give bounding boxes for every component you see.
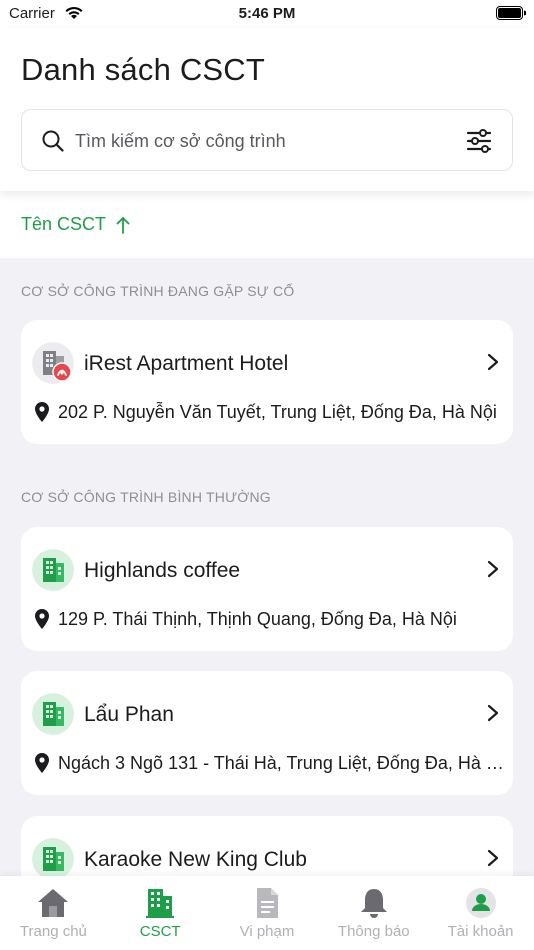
battery-icon	[496, 6, 526, 20]
location-pin-icon	[35, 402, 49, 422]
chevron-right-icon	[487, 849, 499, 867]
facility-address: Ngách 3 Ngõ 131 - Thái Hà, Trung Liệt, Đ…	[58, 753, 504, 773]
bell-icon	[360, 889, 387, 918]
clock: 5:46 PM	[238, 5, 296, 22]
document-icon	[256, 888, 278, 918]
facility-card[interactable]: Lẩu Phan Ngách 3 Ngõ 131 - Thái Hà, Trun…	[21, 671, 513, 795]
home-icon	[38, 889, 69, 917]
search-icon	[42, 130, 64, 152]
filter-icon[interactable]	[466, 128, 492, 154]
building-incident-icon	[32, 342, 74, 384]
location-pin-icon	[35, 609, 49, 629]
search-input[interactable]	[75, 122, 445, 160]
tab-label: Vi phạm	[239, 923, 295, 940]
tab-csct[interactable]: CSCT	[107, 876, 214, 950]
location-pin-icon	[35, 753, 49, 773]
facility-name: Highlands coffee	[84, 559, 241, 582]
tab-bar: Trang chủ CSCT Vi phạm Thông báo Tài kho…	[0, 876, 534, 950]
facility-name: iRest Apartment Hotel	[84, 352, 289, 375]
facility-name: Lẩu Phan	[84, 703, 174, 726]
arrow-up-icon	[116, 216, 130, 234]
facility-address: 202 P. Nguyễn Văn Tuyết, Trung Liệt, Đốn…	[58, 402, 497, 422]
sort-bar: Tên CSCT	[0, 191, 534, 258]
building-icon	[32, 838, 74, 880]
chevron-right-icon	[487, 353, 499, 371]
section-title-normal: CƠ SỞ CÔNG TRÌNH BÌNH THƯỜNG	[21, 489, 271, 505]
tab-account[interactable]: Tài khoản	[427, 876, 534, 950]
sort-label: Tên CSCT	[21, 214, 107, 234]
building-icon	[32, 693, 74, 735]
building-icon	[146, 889, 175, 918]
sort-button[interactable]: Tên CSCT	[21, 214, 130, 235]
facility-card[interactable]: Highlands coffee 129 P. Thái Thịnh, Thịn…	[21, 527, 513, 651]
tab-label: CSCT	[139, 923, 181, 940]
tab-label: Trang chủ	[19, 923, 87, 940]
building-icon	[32, 549, 74, 591]
header: Danh sách CSCT	[0, 28, 534, 191]
tab-notifications[interactable]: Thông báo	[320, 876, 427, 950]
facility-name: Karaoke New King Club	[84, 848, 307, 871]
search-box[interactable]	[21, 109, 513, 171]
section-title-incident: CƠ SỞ CÔNG TRÌNH ĐANG GẶP SỰ CỐ	[21, 283, 295, 299]
tab-label: Thông báo	[337, 923, 410, 940]
page-title: Danh sách CSCT	[21, 52, 266, 87]
tab-label: Tài khoản	[447, 923, 514, 940]
chevron-right-icon	[487, 704, 499, 722]
facility-card[interactable]: iRest Apartment Hotel 202 P. Nguyễn Văn …	[21, 320, 513, 444]
chevron-right-icon	[487, 560, 499, 578]
status-bar: Carrier 5:46 PM	[0, 0, 534, 28]
account-icon	[465, 888, 496, 918]
tab-violations[interactable]: Vi phạm	[214, 876, 321, 950]
facility-address: 129 P. Thái Thịnh, Thịnh Quang, Đống Đa,…	[58, 609, 457, 629]
tab-home[interactable]: Trang chủ	[0, 876, 107, 950]
